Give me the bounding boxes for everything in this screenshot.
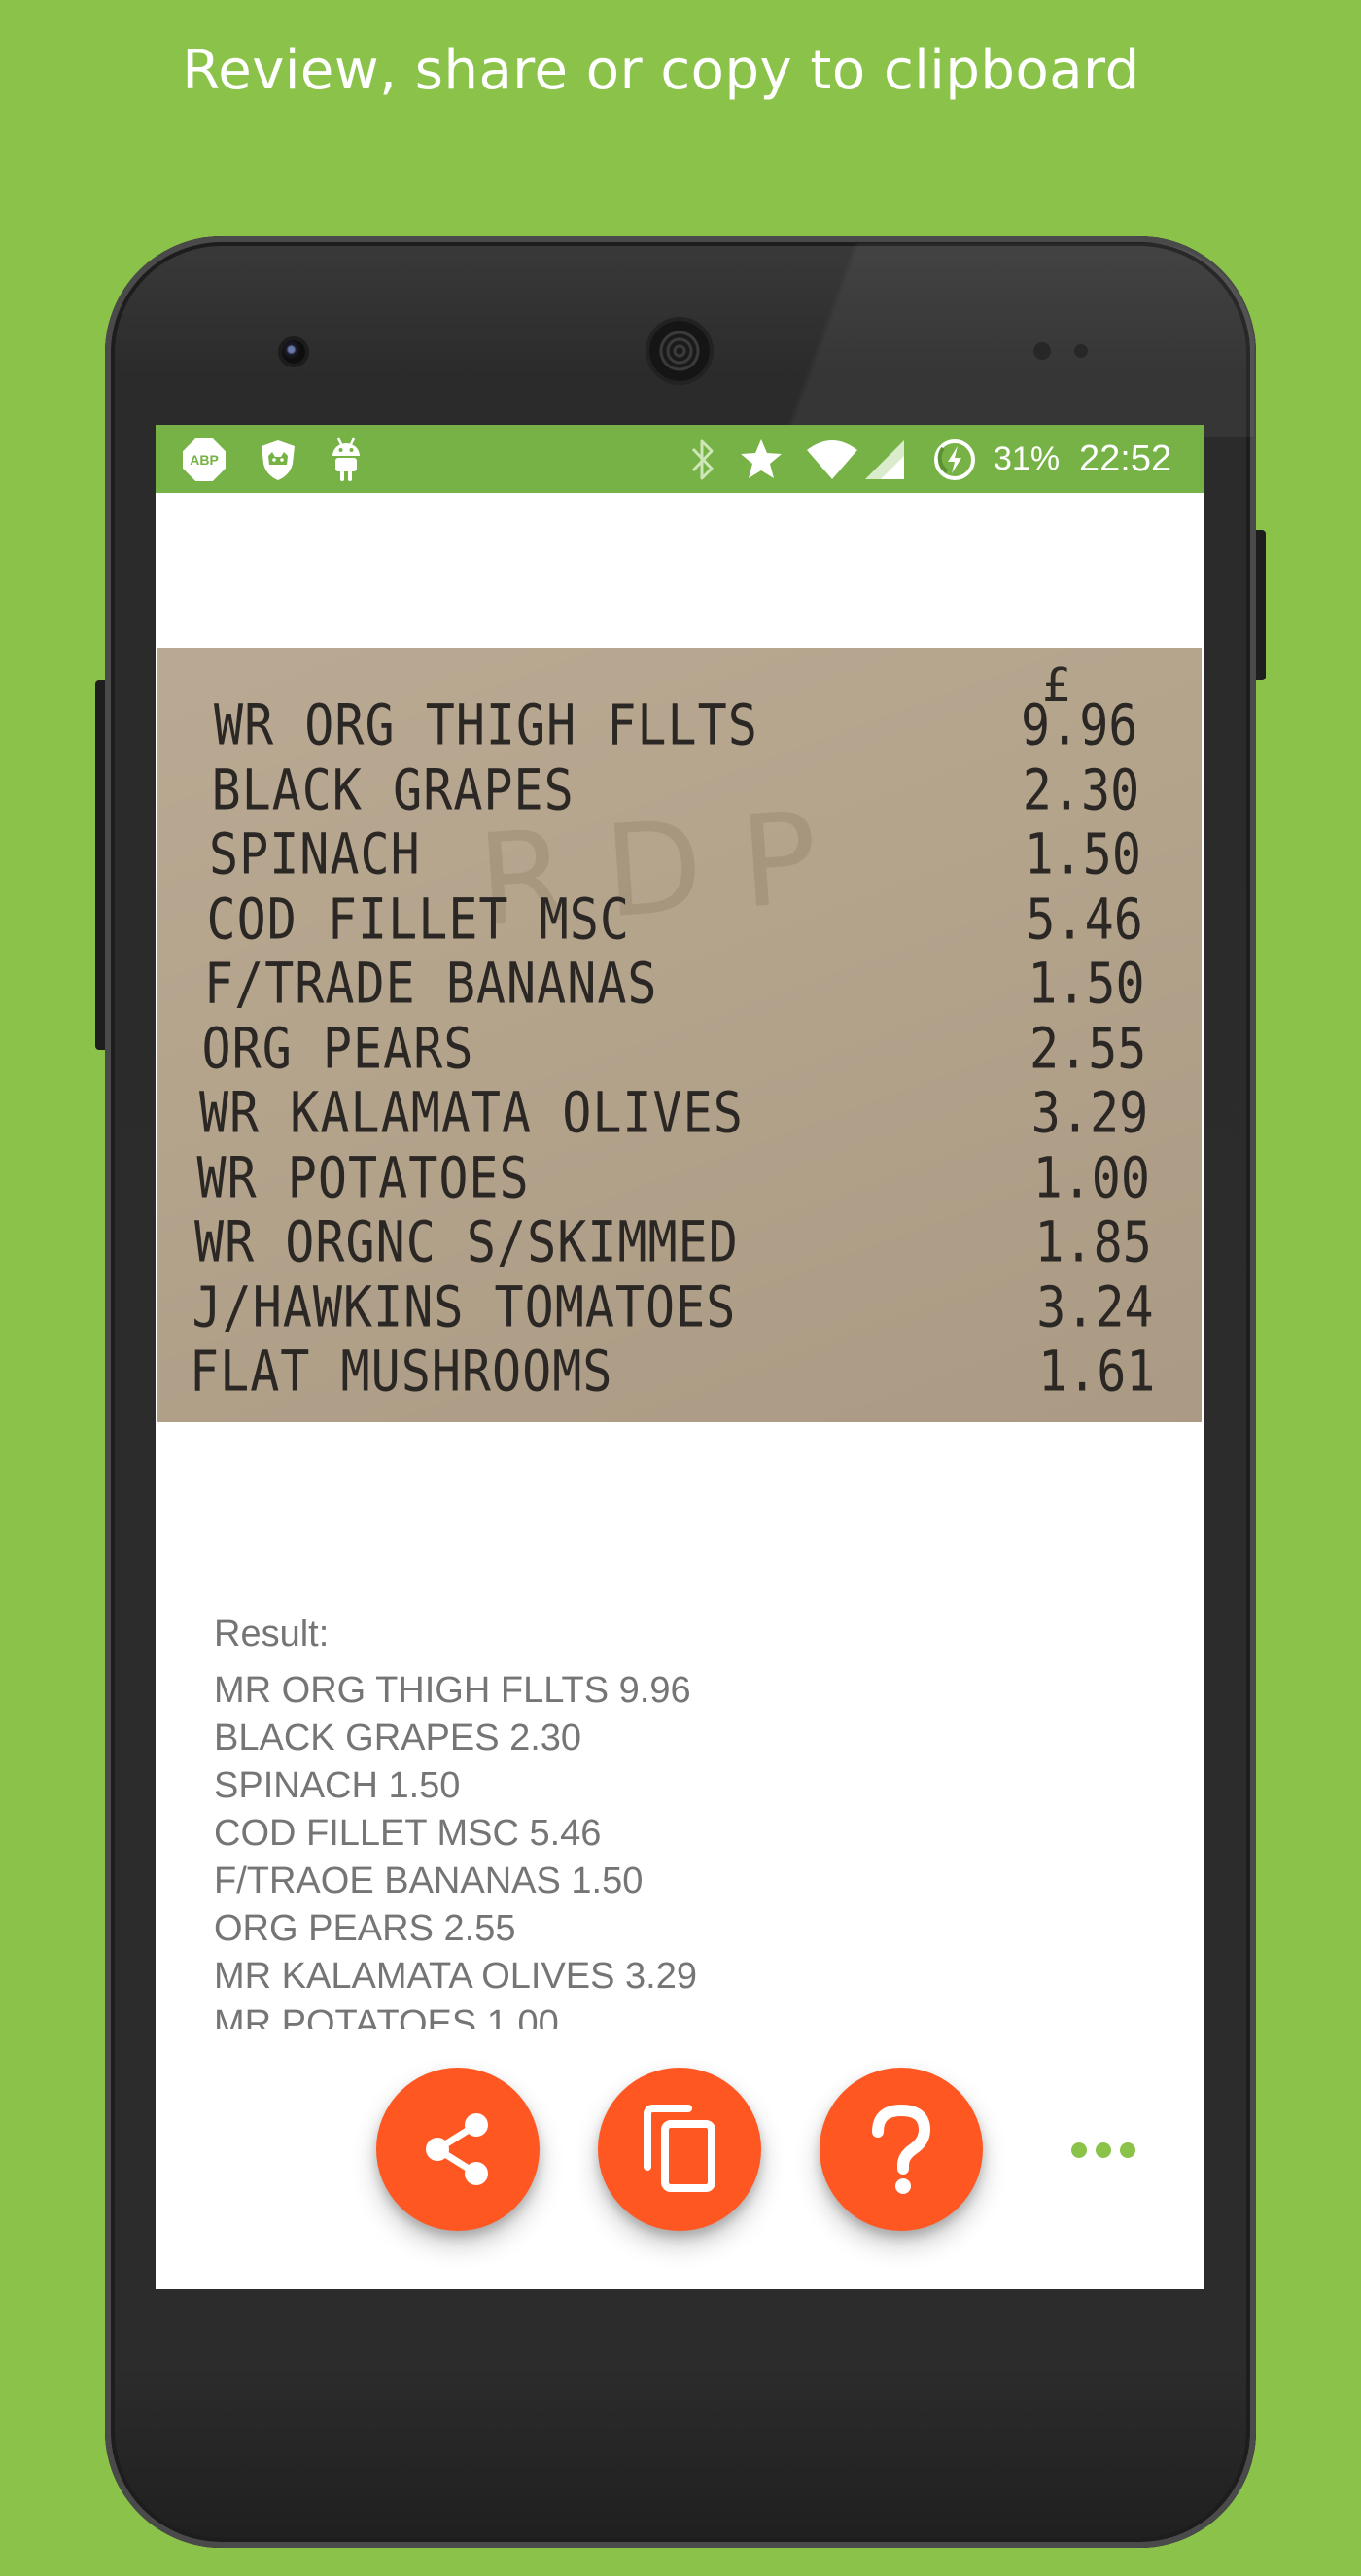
- earpiece-speaker: [649, 321, 710, 381]
- share-icon: [426, 2113, 488, 2185]
- promo-caption: Review, share or copy to clipboard: [182, 39, 1140, 102]
- more-horizontal-icon: [1096, 2142, 1111, 2158]
- receipt-line: WR ORGNC S/SKIMMED 1.85: [157, 1210, 1202, 1275]
- receipt-item-price: 2.30: [1022, 757, 1140, 822]
- status-bar: ABP 31% 22:52: [156, 425, 1204, 493]
- receipt-item-price: 1.85: [1034, 1209, 1152, 1275]
- receipt-item-price: 3.29: [1030, 1080, 1149, 1146]
- receipt-photo: RDP £ WR ORG THIGH FLLTS 9.96 BLACK GRAPES…: [157, 648, 1202, 1422]
- cell-signal-icon: [865, 440, 904, 479]
- proximity-sensor: [1033, 342, 1051, 360]
- clock: 22:52: [1079, 438, 1172, 479]
- result-line: F/TRAOE BANANAS 1.50: [214, 1861, 644, 1901]
- result-line: MR ORG THIGH FLLTS 9.96: [214, 1670, 691, 1711]
- receipt-line: J/HAWKINS TOMATOES 3.24: [157, 1274, 1202, 1340]
- result-line: COD FILLET MSC 5.46: [214, 1813, 602, 1854]
- receipt-item-name: ORG PEARS: [201, 1016, 474, 1081]
- result-line: BLACK GRAPES 2.30: [214, 1718, 582, 1758]
- abp-icon: ABP: [183, 438, 226, 481]
- result-line: ORG PEARS 2.55: [214, 1908, 516, 1949]
- receipt-item-price: 1.50: [1024, 821, 1142, 888]
- receipt-line: SPINACH 1.50: [157, 822, 1202, 888]
- app-screen: ABP 31% 22:52 RDP £ WR ORG THIGH FLLTS 9…: [156, 425, 1204, 2289]
- more-horizontal-icon: [1071, 2142, 1087, 2158]
- receipt-line: F/TRADE BANANAS 1.50: [157, 952, 1202, 1017]
- help-button[interactable]: [820, 2068, 983, 2231]
- receipt-item-name: SPINACH: [209, 821, 421, 888]
- wifi-icon: [807, 440, 857, 479]
- receipt-item-name: WR KALAMATA OLIVES: [199, 1080, 744, 1146]
- receipt-item-price: 3.24: [1036, 1274, 1154, 1340]
- result-lines: MR ORG THIGH FLLTS 9.96 BLACK GRAPES 2.30…: [214, 1667, 1147, 2029]
- more-options-button[interactable]: [1060, 2126, 1147, 2175]
- battery-charging-icon: [934, 439, 975, 480]
- copy-icon: [644, 2105, 715, 2192]
- receipt-item-price: 1.00: [1032, 1145, 1151, 1210]
- receipt-item-name: WR ORG THIGH FLLTS: [214, 692, 758, 758]
- result-line: MR KALAMATA OLIVES 3.29: [214, 1956, 698, 1997]
- receipt-line: WR POTATOES 1.00: [157, 1145, 1202, 1210]
- battery-percent: 31%: [994, 440, 1061, 477]
- receipt-item-name: BLACK GRAPES: [211, 757, 575, 822]
- phone-sheen: [651, 243, 1254, 437]
- share-button[interactable]: [376, 2068, 540, 2231]
- more-horizontal-icon: [1120, 2142, 1135, 2158]
- bluetooth-icon: [691, 439, 714, 480]
- receipt-item-name: FLAT MUSHROOMS: [190, 1339, 613, 1405]
- receipt-item-price: 1.50: [1028, 951, 1145, 1017]
- result-line: SPINACH 1.50: [214, 1765, 461, 1806]
- receipt-item-name: WR ORGNC S/SKIMMED: [194, 1209, 739, 1275]
- receipt-line: COD FILLET MSC 5.46: [157, 887, 1202, 952]
- receipt-item-name: COD FILLET MSC: [206, 887, 630, 952]
- receipt-item-price: 1.61: [1038, 1339, 1156, 1405]
- android-icon: [332, 437, 360, 481]
- receipt-line: WR KALAMATA OLIVES 3.29: [157, 1081, 1202, 1146]
- receipt-line: FLAT MUSHROOMS 1.61: [157, 1339, 1202, 1405]
- receipt-item-price: 5.46: [1026, 887, 1143, 952]
- result-label: Result:: [214, 1614, 330, 1654]
- receipt-item-name: F/TRADE BANANAS: [204, 951, 658, 1017]
- result-line: MR POTATOES 1.00: [214, 2003, 559, 2029]
- receipt-item-price: 2.55: [1029, 1016, 1147, 1081]
- receipt-line: BLACK GRAPES 2.30: [157, 757, 1202, 822]
- receipt-item-name: WR POTATOES: [196, 1145, 530, 1210]
- receipt-item-price: 9.96: [1021, 692, 1138, 758]
- copy-to-clipboard-button[interactable]: [598, 2068, 761, 2231]
- ocr-result[interactable]: Result: MR ORG THIGH FLLTS 9.96 BLACK GRA…: [214, 1609, 1147, 2029]
- receipt-line: WR ORG THIGH FLLTS 9.96: [157, 693, 1202, 758]
- front-camera: [282, 340, 305, 364]
- help-icon: [872, 2104, 931, 2194]
- star-icon: [741, 439, 782, 478]
- shield-cat-icon: [262, 440, 295, 480]
- receipt-line: ORG PEARS 2.55: [157, 1016, 1202, 1081]
- receipt-item-name: J/HAWKINS TOMATOES: [192, 1274, 737, 1340]
- light-sensor: [1074, 344, 1088, 358]
